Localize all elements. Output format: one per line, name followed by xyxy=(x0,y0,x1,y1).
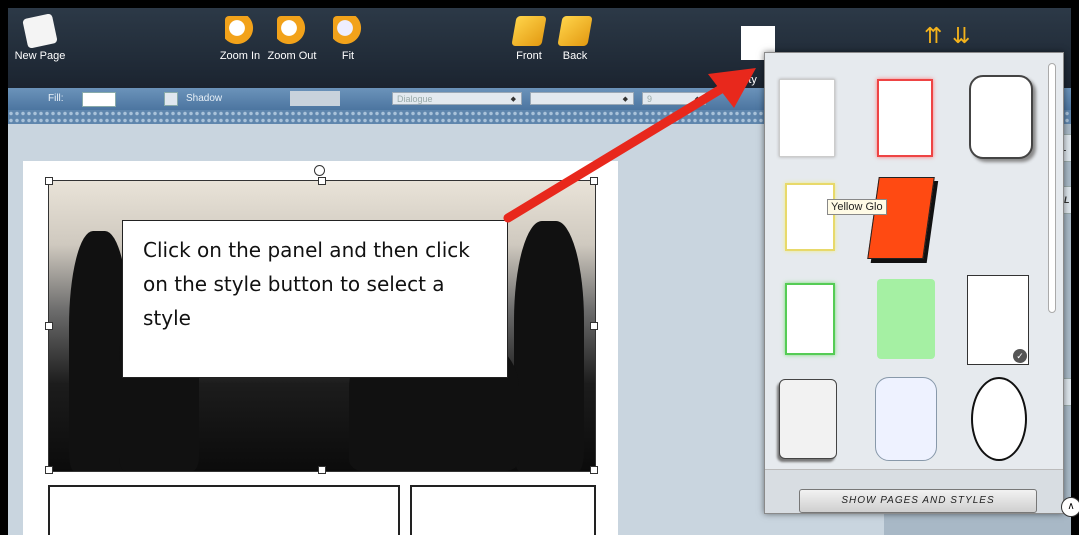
resize-handle-br[interactable] xyxy=(590,466,598,474)
shadow-checkbox[interactable] xyxy=(164,92,178,106)
show-pages-and-styles-button[interactable]: SHOW PAGES AND STYLES xyxy=(799,489,1037,513)
resize-handle-right[interactable] xyxy=(590,322,598,330)
scroll-thumb[interactable] xyxy=(1048,63,1056,313)
resize-handle-bl[interactable] xyxy=(45,466,53,474)
front-label: Front xyxy=(516,50,542,62)
style-rounded-shadow[interactable] xyxy=(969,75,1033,159)
resize-handle-tr[interactable] xyxy=(590,177,598,185)
zoom-out-label: Zoom Out xyxy=(267,50,317,62)
fill-label: Fill: xyxy=(48,93,64,104)
style-tooltip: Yellow Glo xyxy=(827,199,887,215)
resize-handle-tl[interactable] xyxy=(45,177,53,185)
move-up-button[interactable]: ⇈ xyxy=(920,24,946,48)
style-green-glow[interactable] xyxy=(785,283,835,355)
zoom-circle-button[interactable]: ∧ xyxy=(1061,497,1079,517)
style-orange-skew[interactable] xyxy=(867,177,935,259)
fit-label: Fit xyxy=(341,50,355,62)
rotate-handle[interactable] xyxy=(314,165,325,176)
move-up-icon: ⇈ xyxy=(924,23,943,48)
fill-color-picker[interactable] xyxy=(82,92,116,107)
photo-figure-right xyxy=(514,221,584,471)
font-select[interactable]: Dialogue xyxy=(392,92,522,106)
style-label: Sty xyxy=(741,74,757,86)
style-yellow-glow[interactable] xyxy=(785,183,835,251)
empty-panel-right[interactable] xyxy=(410,485,596,535)
style-oval[interactable] xyxy=(971,377,1027,461)
zoom-in-icon xyxy=(225,16,255,46)
resize-handle-bottom[interactable] xyxy=(318,466,326,474)
send-back-icon xyxy=(557,16,593,46)
style-popup: ✓ SHOW PAGES AND STYLES xyxy=(764,52,1064,514)
fit-button[interactable]: Fit xyxy=(330,16,366,62)
zoom-out-icon xyxy=(277,16,307,46)
outline-picker[interactable] xyxy=(290,91,340,106)
front-button[interactable]: Front xyxy=(510,16,548,62)
new-page-label: New Page xyxy=(14,50,66,62)
back-button[interactable]: Back xyxy=(556,16,594,62)
empty-panel-left[interactable] xyxy=(48,485,400,535)
style-green-fill[interactable] xyxy=(877,279,935,359)
zoom-out-button[interactable]: Zoom Out xyxy=(264,16,320,62)
style-gray-rounded[interactable] xyxy=(779,379,837,459)
style-red-glow[interactable] xyxy=(877,79,933,157)
move-down-button[interactable]: ⇊ xyxy=(948,24,974,48)
zoom-in-label: Zoom In xyxy=(219,50,261,62)
resize-handle-top[interactable] xyxy=(318,177,326,185)
font-select-value: Dialogue xyxy=(397,94,433,104)
shadow-label: Shadow xyxy=(186,93,223,104)
size-select-value: 9 xyxy=(647,94,653,104)
instruction-callout: Click on the panel and then click on the… xyxy=(122,220,508,378)
zoom-in-button[interactable]: Zoom In xyxy=(213,16,267,62)
popup-footer: SHOW PAGES AND STYLES xyxy=(765,469,1063,513)
style-plain[interactable] xyxy=(779,79,835,157)
app-window: New Page Zoom In Zoom Out Fit Front Back… xyxy=(8,8,1071,535)
move-down-icon: ⇊ xyxy=(952,23,971,48)
style-select[interactable] xyxy=(530,92,634,106)
fit-icon xyxy=(333,16,363,46)
style-blue-rounded[interactable] xyxy=(875,377,937,461)
popup-scrollbar[interactable] xyxy=(1047,59,1057,449)
new-page-button[interactable]: New Page xyxy=(14,13,66,62)
back-label: Back xyxy=(562,50,588,62)
new-page-icon xyxy=(22,13,58,49)
selected-check-icon: ✓ xyxy=(1013,349,1027,363)
bring-front-icon xyxy=(511,16,547,46)
size-select[interactable]: 9 xyxy=(642,92,706,106)
resize-handle-left[interactable] xyxy=(45,322,53,330)
